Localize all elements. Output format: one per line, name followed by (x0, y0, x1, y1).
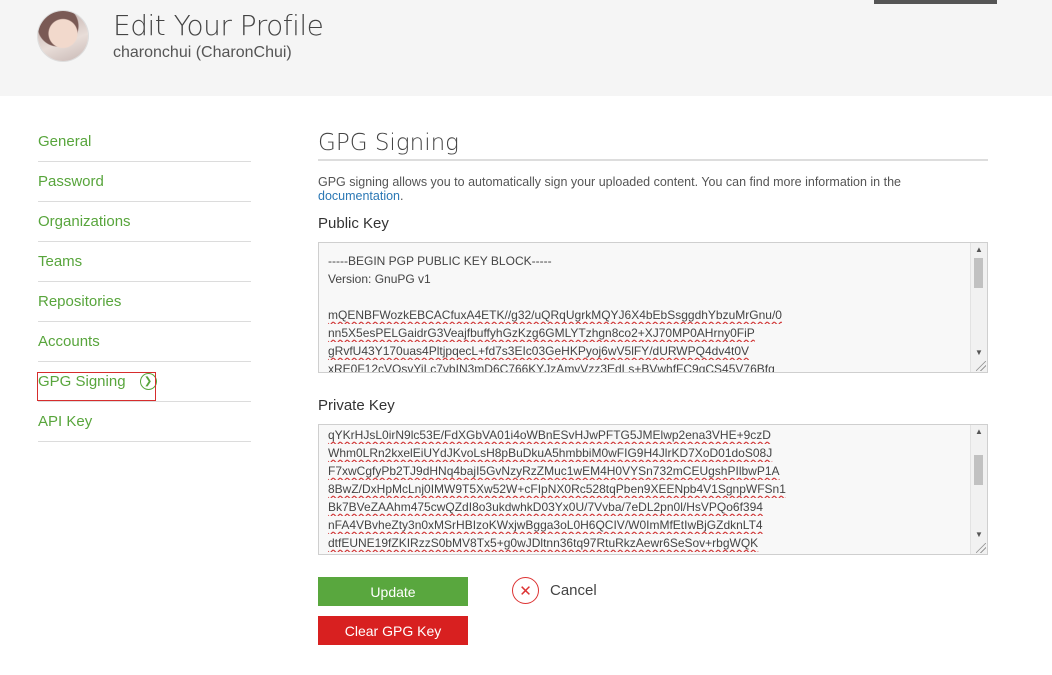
scroll-up-icon[interactable]: ▲ (971, 243, 987, 257)
key-line: xRE0F12cVOsvYiLc7vbIN3mD6C766KYJzAmvVzz3… (328, 362, 775, 373)
gpg-signing-panel: GPG Signing GPG signing allows you to au… (318, 122, 988, 203)
close-circle-icon: ✕ (512, 577, 539, 604)
sidebar-item-api-key[interactable]: API Key (38, 402, 251, 442)
profile-header: Edit Your Profile charonchui (CharonChui… (0, 0, 1052, 96)
key-line: nn5X5esPELGaidrG3VeajfbuffyhGzKzg6GMLYTz… (328, 326, 755, 340)
sidebar-item-label: Repositories (38, 293, 122, 310)
resize-grip-icon[interactable] (976, 543, 986, 553)
username-label: charonchui (CharonChui) (113, 44, 292, 61)
scroll-down-icon[interactable]: ▼ (971, 528, 987, 542)
sidebar-item-label: General (38, 133, 92, 150)
private-key-textarea[interactable]: qYKrHJsL0irN9lc53E/FdXGbVA01i4oWBnESvHJw… (318, 424, 988, 555)
key-line: -----BEGIN PGP PUBLIC KEY BLOCK----- (328, 254, 552, 268)
scroll-thumb[interactable] (974, 455, 983, 485)
key-line: Bk7BVeZAAhm475cwQZdI8o3ukdwhkD03Yx0U/7Vv… (328, 500, 763, 514)
cancel-button[interactable]: ✕ Cancel (512, 577, 597, 604)
description-text: GPG signing allows you to automatically … (318, 175, 901, 189)
key-line: nFA4VBvheZty3n0xMSrHBIzoKWxjwBgga3oL0H6Q… (328, 518, 763, 532)
sidebar-item-label: Organizations (38, 213, 131, 230)
scroll-down-icon[interactable]: ▼ (971, 346, 987, 360)
sidebar-item-teams[interactable]: Teams (38, 242, 251, 282)
documentation-link[interactable]: documentation (318, 189, 400, 203)
settings-sidebar: General Password Organizations Teams Rep… (37, 122, 251, 442)
page-title: Edit Your Profile (113, 9, 324, 42)
key-line: dtfEUNE19fZKIRzzS0bMV8Tx5+g0wJDltnn36tq9… (328, 536, 759, 550)
key-line: mQENBFWozkEBCACfuxA4ETK//g32/uQRqUgrkMQY… (328, 308, 782, 322)
sidebar-item-accounts[interactable]: Accounts (38, 322, 251, 362)
top-dropdown-bar[interactable] (874, 0, 997, 4)
section-title: GPG Signing (318, 122, 988, 161)
scroll-thumb[interactable] (974, 258, 983, 288)
public-key-label: Public Key (318, 215, 389, 232)
sidebar-item-repositories[interactable]: Repositories (38, 282, 251, 322)
key-line: 8BwZ/DxHpMcLnj0IMW9T5Xw52W+cFIpNX0Rc528t… (328, 482, 786, 496)
public-key-scrollbar[interactable]: ▲ ▼ (970, 243, 987, 372)
public-key-textarea[interactable]: -----BEGIN PGP PUBLIC KEY BLOCK----- Ver… (318, 242, 988, 373)
sidebar-item-label: API Key (38, 413, 93, 430)
sidebar-item-label: Accounts (38, 333, 100, 350)
key-line: Whm0LRn2kxelEiUYdJKvoLsH8pBuDkuA5hmbbiM0… (328, 446, 773, 460)
sidebar-item-password[interactable]: Password (38, 162, 251, 202)
active-highlight-box (37, 372, 156, 401)
cancel-label: Cancel (550, 582, 597, 599)
resize-grip-icon[interactable] (976, 361, 986, 371)
key-line: gRvfU43Y170uas4PltjpqecL+fd7s3EIc03GeHKP… (328, 344, 750, 358)
update-button[interactable]: Update (318, 577, 468, 606)
description-end: . (400, 189, 404, 203)
scroll-up-icon[interactable]: ▲ (971, 425, 987, 439)
key-line: qYKrHJsL0irN9lc53E/FdXGbVA01i4oWBnESvHJw… (328, 428, 771, 442)
private-key-label: Private Key (318, 397, 395, 414)
section-description: GPG signing allows you to automatically … (318, 175, 988, 203)
avatar[interactable] (38, 11, 88, 61)
key-line: Version: GnuPG v1 (328, 272, 431, 286)
sidebar-item-general[interactable]: General (38, 122, 251, 162)
sidebar-item-organizations[interactable]: Organizations (38, 202, 251, 242)
clear-gpg-key-button[interactable]: Clear GPG Key (318, 616, 468, 645)
sidebar-item-gpg-signing[interactable]: GPG Signing ❯ (37, 362, 251, 402)
sidebar-item-label: Teams (38, 253, 83, 270)
private-key-scrollbar[interactable]: ▲ ▼ (970, 425, 987, 554)
sidebar-item-label: Password (38, 173, 104, 190)
key-line: F7xwCgfyPb2TJ9dHNq4bajI5GvNzyRzZMuc1wEM4… (328, 464, 780, 478)
key-line (328, 288, 967, 306)
